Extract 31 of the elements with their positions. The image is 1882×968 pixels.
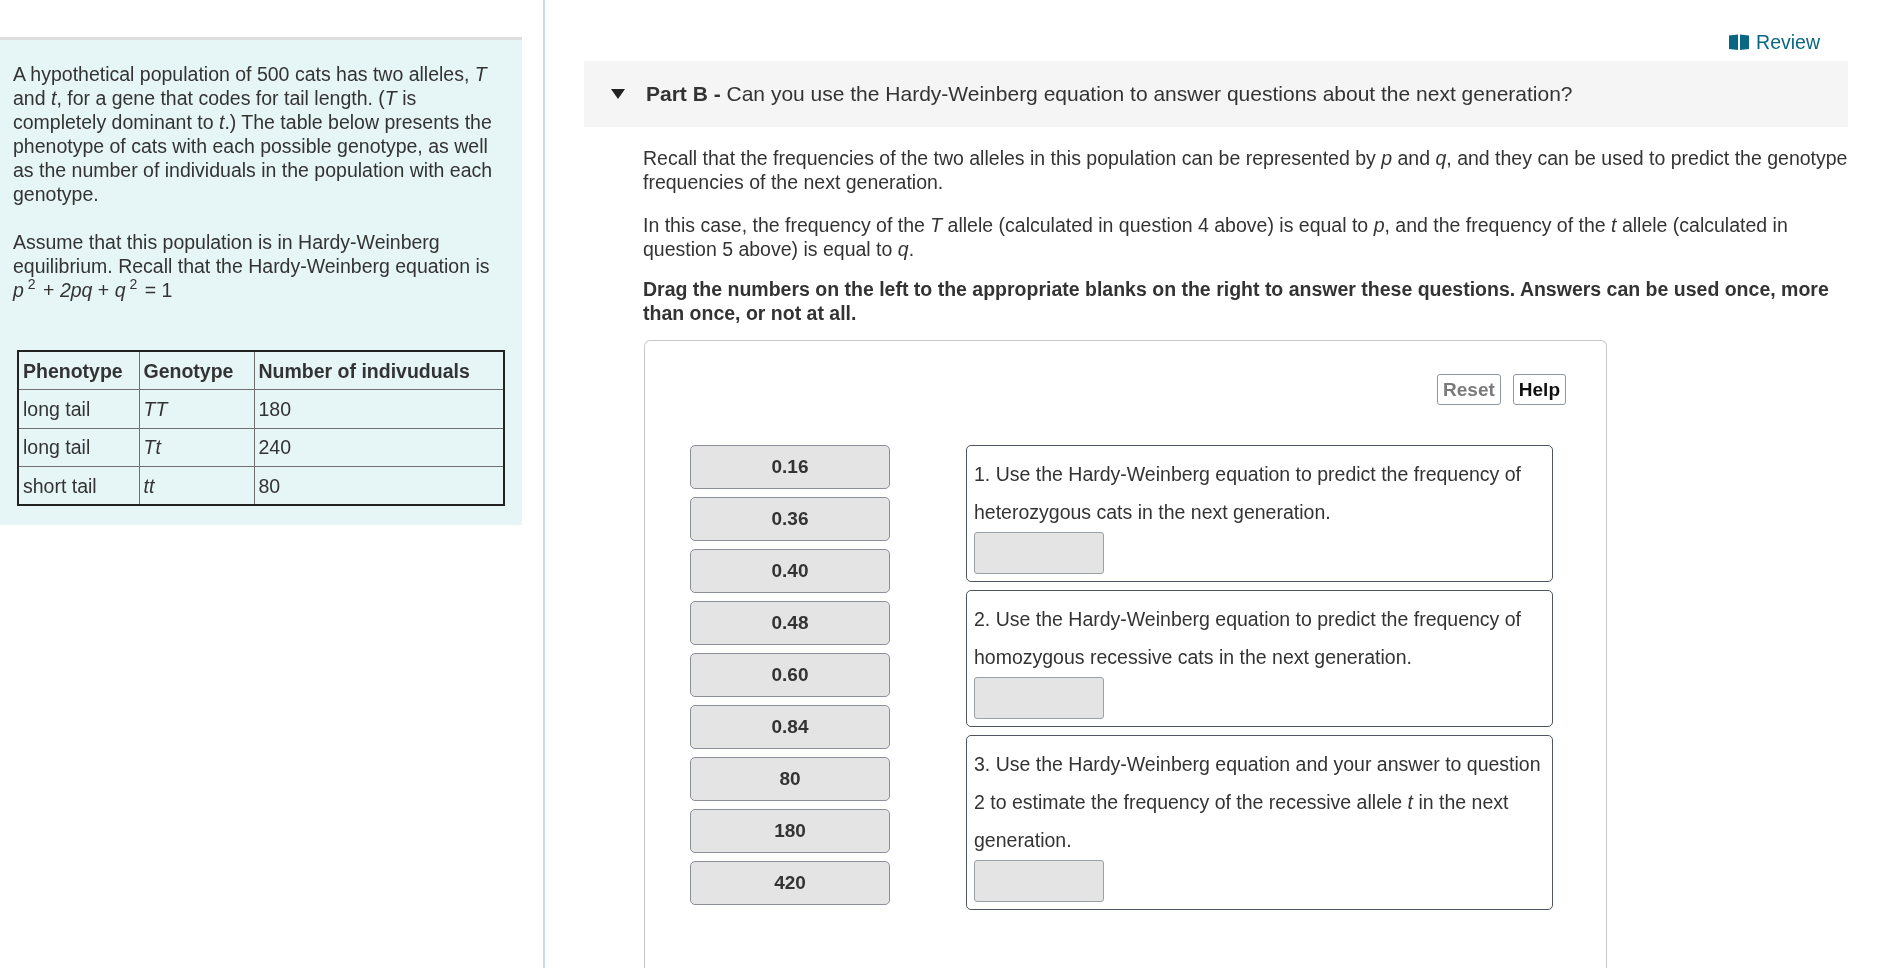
question-text: 3. Use the Hardy-Weinberg equation and your answer to question 2 to estimate the frequency of the recessive allele t in the next generation. xyxy=(974,752,1542,853)
answer-tile[interactable]: 0.60 xyxy=(690,653,890,697)
table-cell: Tt xyxy=(139,428,254,467)
book-icon xyxy=(1729,34,1750,50)
toolbar-button[interactable]: Help xyxy=(1512,374,1566,405)
answer-tile[interactable]: 0.40 xyxy=(690,549,890,593)
answer-blank[interactable] xyxy=(974,860,1104,902)
table-cell: TT xyxy=(139,389,254,428)
column-header: Genotype xyxy=(139,351,254,390)
answer-blank[interactable] xyxy=(974,532,1104,574)
answer-blank[interactable] xyxy=(974,677,1104,719)
caret-icon[interactable] xyxy=(611,89,625,99)
intro-paragraph: A hypothetical population of 500 cats has two alleles, T and t, for a gene that codes for tail length. (T is completely dominant to t.) The table below presents the phenotype of cats with each possible genotype, as well as the number of individuals in the population with each genotype. xyxy=(13,62,494,206)
instruction-paragraph: Recall that the frequencies of the two alleles in this population can be represented by p and q, and they can be used to predict the genotype frequencies of the next generation. xyxy=(643,146,1849,194)
answer-tile[interactable]: 180 xyxy=(690,809,890,853)
answer-tile[interactable]: 0.48 xyxy=(690,601,890,645)
question-text: 2. Use the Hardy-Weinberg equation to predict the frequency of homozygous recessive cats in the next generation. xyxy=(974,607,1523,670)
intro-paragraph: Assume that this population is in Hardy-Weinberg equilibrium. Recall that the Hardy-Weinberg equation is p$^{2}$ + 2pq + q$^{2}$ = 1 xyxy=(13,230,491,302)
answer-tile[interactable]: 80 xyxy=(690,757,890,801)
answer-tile[interactable]: 0.16 xyxy=(690,445,890,489)
directions-text: Drag the numbers on the left to the appropriate blanks on the right to answer these questions. Answers can be used once, more than once, or not at all. xyxy=(643,277,1830,325)
instruction-paragraph: In this case, the frequency of the T allele (calculated in question 4 above) is equal to p, and the frequency of the t allele (calculated in question 5 above) is equal to q. xyxy=(643,213,1789,261)
answer-tile[interactable]: 0.84 xyxy=(690,705,890,749)
question-text: 1. Use the Hardy-Weinberg equation to predict the frequency of heterozygous cats in the next generation. xyxy=(974,462,1523,525)
table-cell: long tail xyxy=(18,428,139,467)
table-cell: long tail xyxy=(18,389,139,428)
answer-tile[interactable]: 420 xyxy=(690,861,890,905)
part-title: Part B - Can you use the Hardy-Weinberg equation to answer questions about the next generation? xyxy=(646,82,1573,106)
column-header: Phenotype xyxy=(18,351,139,390)
review-link[interactable]: Review xyxy=(1729,30,1820,54)
answer-tile[interactable]: 0.36 xyxy=(690,497,890,541)
